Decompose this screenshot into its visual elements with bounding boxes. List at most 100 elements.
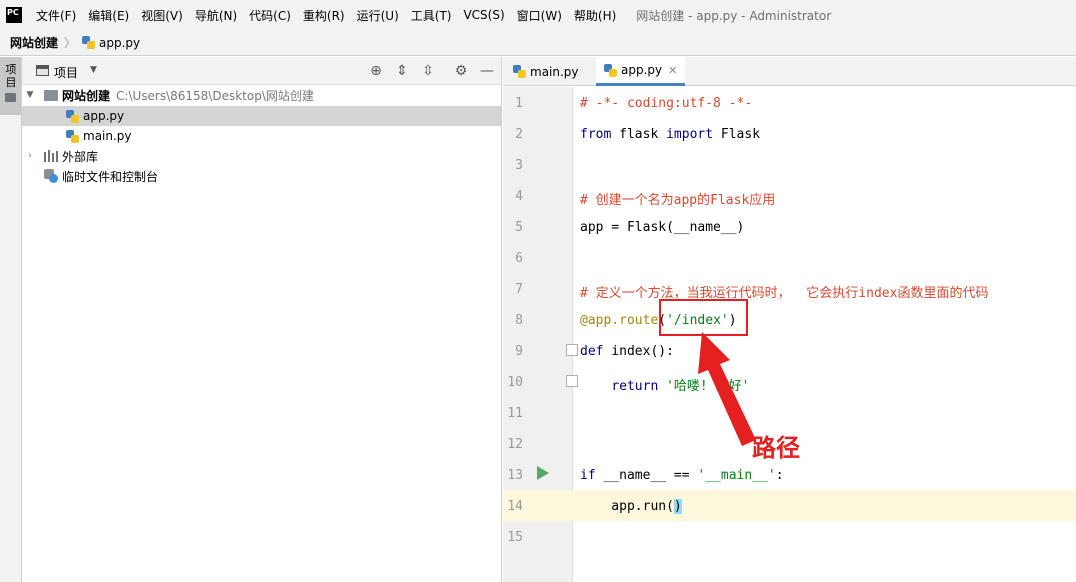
code-keyword: from [580, 127, 612, 142]
tab-main-py[interactable]: main.py [505, 57, 587, 86]
tool-window-strip: 项目 [0, 57, 22, 582]
line-number: 13 [507, 468, 523, 483]
code-text: Flask [713, 127, 761, 142]
code-text: index(): [603, 344, 674, 359]
breadcrumb-separator-icon: 〉 [64, 36, 77, 50]
line-number: 9 [515, 344, 523, 359]
annotation-arrow-icon [698, 332, 756, 446]
python-file-icon [82, 36, 96, 49]
project-panel: 项目 ▼ ⊕ ⇕ ⇳ ⚙ — ▼ 网站创建 C:\Users\86158\Des… [22, 57, 502, 582]
chevron-down-icon[interactable]: ▼ [24, 90, 36, 100]
project-tool-tab[interactable]: 项目 [0, 57, 21, 115]
code-bracket-highlight: ) [673, 499, 682, 514]
line-number: 11 [507, 406, 523, 421]
line-number: 1 [515, 96, 523, 111]
menu-window[interactable]: 窗口(W) [511, 7, 568, 24]
collapse-all-icon[interactable]: ⇳ [419, 62, 437, 80]
pycharm-logo-icon: PC [6, 7, 22, 23]
close-icon[interactable]: ✕ [668, 64, 677, 77]
scratches-icon [44, 169, 58, 183]
code-text: flask [611, 127, 667, 142]
menu-run[interactable]: 运行(U) [351, 7, 405, 24]
menu-bar: PC 文件(F) 编辑(E) 视图(V) 导航(N) 代码(C) 重构(R) 运… [0, 0, 1076, 30]
gear-icon[interactable]: ⚙ [452, 62, 470, 80]
annotation-label: 路径 [752, 434, 800, 462]
menu-edit[interactable]: 编辑(E) [82, 7, 135, 24]
project-panel-title[interactable]: 项目 [54, 64, 78, 81]
tree-file-app-py[interactable]: app.py [22, 106, 501, 126]
code-keyword: return [611, 379, 659, 394]
menu-file[interactable]: 文件(F) [30, 7, 82, 24]
expand-all-icon[interactable]: ⇕ [393, 62, 411, 80]
python-file-icon [513, 65, 526, 78]
menu-navigate[interactable]: 导航(N) [189, 7, 243, 24]
code-keyword: if [580, 468, 596, 483]
fold-marker-icon[interactable] [566, 344, 578, 356]
menu-code[interactable]: 代码(C) [243, 7, 297, 24]
project-root-path: C:\Users\86158\Desktop\网站创建 [116, 88, 314, 103]
external-libraries-label: 外部库 [62, 149, 99, 164]
code-string: '__main__' [697, 468, 776, 483]
python-file-icon [604, 63, 617, 77]
chevron-down-icon[interactable]: ▼ [90, 65, 97, 75]
code-line-1: # -*- coding:utf-8 -*- [580, 96, 753, 111]
code-text: : [775, 468, 784, 483]
python-file-icon [66, 109, 79, 123]
code-keyword: import [666, 127, 714, 142]
project-panel-header: 项目 ▼ ⊕ ⇕ ⇳ ⚙ — [22, 57, 501, 85]
menu-view[interactable]: 视图(V) [135, 7, 189, 24]
tab-label: app.py [621, 63, 663, 77]
project-root-name: 网站创建 [62, 88, 111, 103]
code-text: __name__ == [595, 468, 698, 483]
minimize-icon[interactable]: — [478, 62, 496, 80]
line-number: 7 [515, 282, 523, 297]
line-number: 8 [515, 313, 523, 328]
fold-marker-icon[interactable] [566, 375, 578, 387]
code-line-7: # 定义一个方法，当我运行代码时， 它会执行index函数里面的代码 [580, 286, 989, 301]
tree-file-main-py[interactable]: main.py [22, 126, 501, 146]
editor-tabs: main.py app.py ✕ [503, 57, 1076, 86]
tree-scratches[interactable]: 临时文件和控制台 [22, 166, 501, 186]
locate-file-icon[interactable]: ⊕ [367, 62, 385, 80]
tree-external-libraries[interactable]: › 外部库 [22, 146, 501, 166]
breadcrumb-file[interactable]: app.py [99, 36, 140, 50]
line-number: 15 [507, 530, 523, 545]
tab-app-py[interactable]: app.py ✕ [596, 57, 686, 86]
line-number: 12 [507, 437, 523, 452]
line-number: 6 [515, 251, 523, 266]
chevron-right-icon[interactable]: › [24, 151, 36, 161]
breadcrumb-project[interactable]: 网站创建 [10, 34, 58, 51]
window-title: 网站创建 - app.py - Administrator [636, 8, 832, 23]
menu-help[interactable]: 帮助(H) [568, 7, 622, 24]
code-line-2: from flask import Flask [580, 127, 760, 142]
project-tool-label: 项目 [5, 63, 17, 89]
file-name: app.py [83, 109, 125, 123]
line-number: 5 [515, 220, 523, 235]
code-line-9: def index(): [580, 344, 674, 359]
scratches-label: 临时文件和控制台 [62, 169, 159, 184]
folder-icon [5, 93, 16, 102]
line-number: 4 [515, 189, 523, 204]
menu-vcs[interactable]: VCS(S) [457, 8, 510, 22]
code-keyword: def [580, 344, 604, 359]
menu-refactor[interactable]: 重构(R) [297, 7, 351, 24]
code-line-4: # 创建一个名为app的Flask应用 [580, 193, 776, 208]
tab-label: main.py [530, 64, 579, 79]
line-number: 10 [507, 375, 523, 390]
breadcrumb: 网站创建 〉 app.py [0, 30, 1076, 56]
code-decorator: @app.route [580, 313, 659, 328]
library-icon [44, 150, 58, 162]
python-file-icon [66, 129, 79, 143]
line-number: 3 [515, 158, 523, 173]
menu-tools[interactable]: 工具(T) [405, 7, 458, 24]
line-number: 2 [515, 127, 523, 142]
code-text: app.run( [580, 499, 674, 514]
code-line-5: app = Flask(__name__) [580, 220, 745, 235]
tree-root-folder[interactable]: ▼ 网站创建 C:\Users\86158\Desktop\网站创建 [22, 85, 501, 105]
code-line-14: app.run() [580, 499, 682, 514]
run-icon[interactable] [537, 466, 549, 480]
line-number: 14 [507, 499, 523, 514]
project-view-icon [36, 65, 49, 76]
